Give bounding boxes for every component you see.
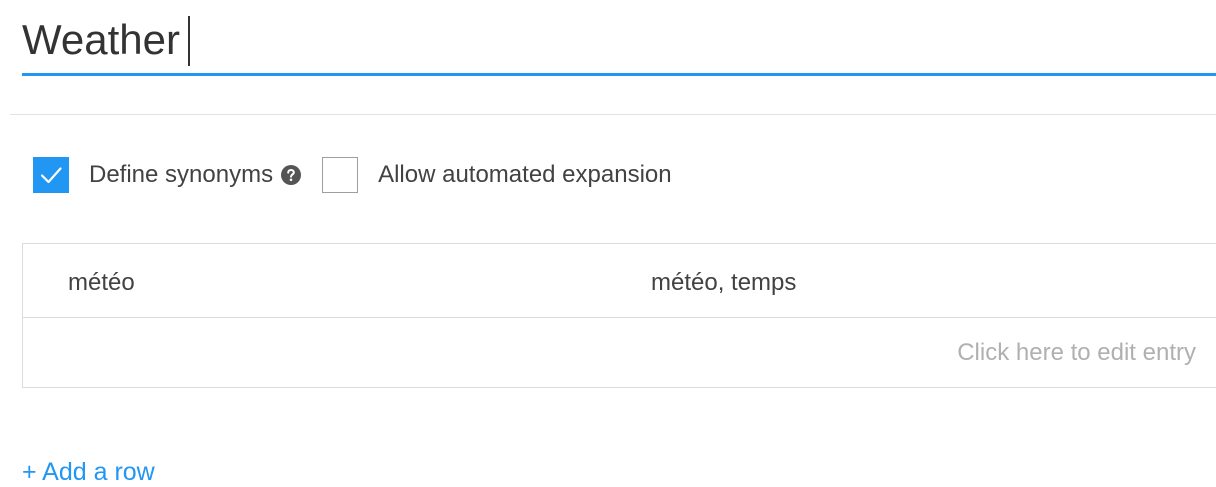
add-row-link[interactable]: + Add a row [22,458,155,487]
question-circle-icon[interactable] [280,164,302,186]
table-row[interactable]: météo météo, temps [23,244,1216,318]
define-synonyms-label[interactable]: Define synonyms [89,161,273,189]
entry-synonyms-cell[interactable]: météo, temps [651,269,796,297]
entries-table: météo météo, temps Click here to edit en… [22,243,1216,388]
entity-name-input[interactable] [22,12,1172,68]
entry-value-cell[interactable]: météo [68,269,135,297]
entity-name-field-wrapper [22,0,1216,76]
new-entry-row[interactable]: Click here to edit entry [23,318,1216,388]
automated-expansion-checkbox[interactable] [322,157,359,193]
section-divider [10,114,1216,115]
checkmark-icon [40,167,62,184]
text-caret [188,16,190,66]
define-synonyms-checkbox[interactable] [33,157,69,193]
edit-entry-placeholder[interactable]: Click here to edit entry [957,339,1196,367]
automated-expansion-label[interactable]: Allow automated expansion [378,161,672,189]
options-row: Define synonyms Allow automated expansio… [33,155,672,195]
